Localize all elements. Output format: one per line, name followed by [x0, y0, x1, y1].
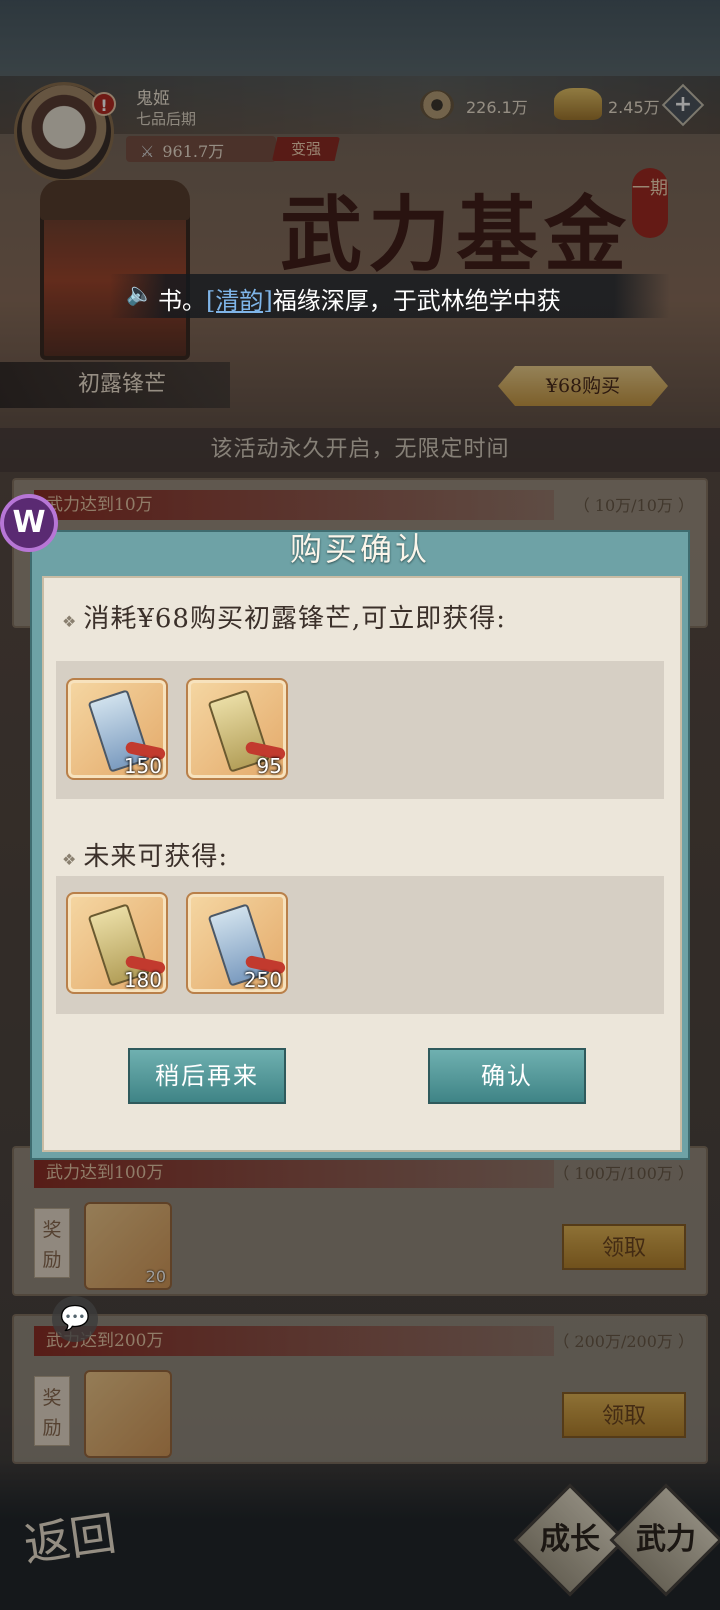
speaker-icon: 🔈 [126, 282, 154, 307]
reward-item[interactable]: 180 [66, 892, 168, 994]
immediate-title-text: 消耗¥68购买初露锋芒,可立即获得: [83, 604, 506, 634]
ticker-text: 书。[清韵]福缘深厚，于武林绝学中获 [158, 281, 561, 316]
reward-item[interactable]: 150 [66, 678, 168, 780]
ticker-suffix: 福缘深厚，于武林绝学中获 [272, 287, 561, 315]
reward-item[interactable]: 95 [186, 678, 288, 780]
game-screen: ! 鬼姬 七品后期 ⚔ 961.7万 变强 226.1万 2.45万 + 武力基金… [0, 0, 720, 1610]
item-count: 180 [123, 968, 162, 992]
item-count: 150 [123, 754, 162, 778]
future-rewards-title: ❖ 未来可获得: [62, 836, 228, 873]
immediate-rewards-title: ❖ 消耗¥68购买初露锋芒,可立即获得: [62, 598, 506, 635]
dialog-title: 购买确认 [289, 530, 430, 568]
ticker-player-link[interactable]: [清韵] [206, 287, 273, 315]
diamond-bullet-icon: ❖ [62, 612, 78, 631]
reward-item[interactable]: 250 [186, 892, 288, 994]
ticker-prefix: 书。 [158, 287, 206, 315]
diamond-bullet-icon: ❖ [62, 850, 78, 869]
later-button[interactable]: 稍后再来 [128, 1048, 286, 1104]
item-count: 95 [256, 754, 282, 778]
future-title-text: 未来可获得: [83, 842, 229, 872]
chat-bubble-icon[interactable]: 💬 [52, 1296, 98, 1342]
announcement-ticker: 🔈 书。[清韵]福缘深厚，于武林绝学中获 [110, 274, 670, 318]
confirm-button[interactable]: 确认 [428, 1048, 586, 1104]
item-count: 250 [243, 968, 282, 992]
w-floating-button[interactable]: W [0, 494, 58, 552]
